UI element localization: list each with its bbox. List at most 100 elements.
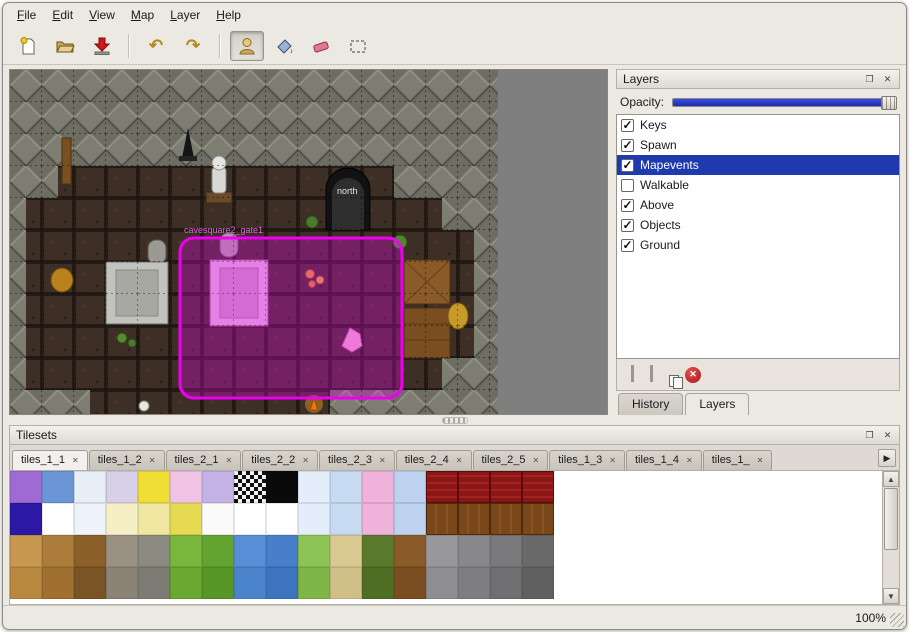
scrollbar-thumb[interactable] bbox=[884, 488, 898, 550]
float-panel-button[interactable]: ❐ bbox=[862, 428, 877, 443]
tileset-tile[interactable] bbox=[426, 567, 458, 599]
tileset-tile[interactable] bbox=[202, 471, 234, 503]
redo-button[interactable]: ↷ bbox=[176, 31, 210, 61]
tileset-tile[interactable] bbox=[234, 471, 266, 503]
tileset-tile[interactable] bbox=[298, 503, 330, 535]
tileset-tile[interactable] bbox=[74, 471, 106, 503]
eraser-tool-button[interactable] bbox=[304, 31, 338, 61]
delete-layer-button[interactable]: ✕ bbox=[685, 367, 701, 383]
tileset-tile[interactable] bbox=[42, 471, 74, 503]
layer-visibility-checkbox[interactable]: ✓ bbox=[621, 119, 634, 132]
tileset-tile[interactable] bbox=[394, 503, 426, 535]
tileset-tile[interactable] bbox=[426, 503, 458, 535]
open-button[interactable] bbox=[48, 31, 82, 61]
tileset-tile[interactable] bbox=[522, 471, 554, 503]
layer-row-ground[interactable]: ✓Ground bbox=[617, 235, 899, 255]
tileset-tile[interactable] bbox=[138, 471, 170, 503]
tileset-tile[interactable] bbox=[522, 535, 554, 567]
scroll-down-button[interactable]: ▼ bbox=[883, 588, 899, 604]
tileset-tile[interactable] bbox=[74, 503, 106, 535]
tileset-tile[interactable] bbox=[266, 503, 298, 535]
resize-grip[interactable] bbox=[890, 613, 904, 627]
tileset-tile[interactable] bbox=[106, 503, 138, 535]
menu-edit[interactable]: Edit bbox=[44, 5, 81, 25]
layer-visibility-checkbox[interactable]: ✓ bbox=[621, 219, 634, 232]
dock-tab-layers[interactable]: Layers bbox=[685, 393, 749, 415]
tileset-tile[interactable] bbox=[330, 503, 362, 535]
close-tab-icon[interactable]: ✕ bbox=[226, 456, 233, 465]
tileset-tile[interactable] bbox=[330, 567, 362, 599]
tileset-tile[interactable] bbox=[490, 471, 522, 503]
scroll-tabs-right-button[interactable]: ▶ bbox=[878, 449, 896, 467]
tileset-tile[interactable] bbox=[10, 535, 42, 567]
tileset-tile[interactable] bbox=[10, 567, 42, 599]
layer-row-walkable[interactable]: Walkable bbox=[617, 175, 899, 195]
tileset-tab-tiles_1_1[interactable]: tiles_1_1✕ bbox=[12, 450, 88, 470]
tileset-tile[interactable] bbox=[170, 567, 202, 599]
layer-row-objects[interactable]: ✓Objects bbox=[617, 215, 899, 235]
map-canvas[interactable]: cavesquare2_gate1 north bbox=[10, 70, 608, 415]
tileset-tile[interactable] bbox=[522, 567, 554, 599]
tileset-tab-tiles_1_4[interactable]: tiles_1_4✕ bbox=[626, 450, 702, 470]
menu-help[interactable]: Help bbox=[208, 5, 249, 25]
fill-tool-button[interactable] bbox=[267, 31, 301, 61]
close-tab-icon[interactable]: ✕ bbox=[686, 456, 693, 465]
tileset-tile[interactable] bbox=[394, 535, 426, 567]
move-layer-up-button[interactable] bbox=[631, 368, 634, 382]
tileset-tile[interactable] bbox=[266, 567, 298, 599]
tileset-tile[interactable] bbox=[42, 567, 74, 599]
tileset-tile[interactable] bbox=[106, 535, 138, 567]
tileset-tile[interactable] bbox=[170, 535, 202, 567]
tileset-tile[interactable] bbox=[234, 503, 266, 535]
opacity-slider-handle[interactable] bbox=[881, 96, 897, 110]
select-tool-button[interactable] bbox=[341, 31, 375, 61]
tileset-tab-tiles_2_3[interactable]: tiles_2_3✕ bbox=[319, 450, 395, 470]
tileset-tile[interactable] bbox=[74, 535, 106, 567]
tileset-tile[interactable] bbox=[522, 503, 554, 535]
tileset-tile[interactable] bbox=[394, 471, 426, 503]
tileset-tile[interactable] bbox=[362, 471, 394, 503]
tileset-tile[interactable] bbox=[330, 535, 362, 567]
tileset-tile[interactable] bbox=[266, 535, 298, 567]
tileset-tab-tiles_1_3[interactable]: tiles_1_3✕ bbox=[549, 450, 625, 470]
tileset-tile[interactable] bbox=[106, 471, 138, 503]
layer-visibility-checkbox[interactable]: ✓ bbox=[621, 239, 634, 252]
tileset-tile[interactable] bbox=[138, 567, 170, 599]
save-button[interactable] bbox=[85, 31, 119, 61]
tileset-tile[interactable] bbox=[426, 471, 458, 503]
tileset-tile[interactable] bbox=[298, 535, 330, 567]
tileset-tile[interactable] bbox=[170, 471, 202, 503]
layer-visibility-checkbox[interactable] bbox=[621, 179, 634, 192]
close-tab-icon[interactable]: ✕ bbox=[456, 456, 463, 465]
tileset-tile[interactable] bbox=[458, 503, 490, 535]
tileset-tab-tiles_2_1[interactable]: tiles_2_1✕ bbox=[166, 450, 242, 470]
new-file-button[interactable] bbox=[11, 31, 45, 61]
stamp-tool-button[interactable] bbox=[230, 31, 264, 61]
layer-row-above[interactable]: ✓Above bbox=[617, 195, 899, 215]
close-tab-icon[interactable]: ✕ bbox=[533, 456, 540, 465]
tileset-tile[interactable] bbox=[458, 567, 490, 599]
close-tab-icon[interactable]: ✕ bbox=[609, 456, 616, 465]
close-tab-icon[interactable]: ✕ bbox=[72, 456, 79, 465]
layer-row-mapevents[interactable]: ✓Mapevents bbox=[617, 155, 899, 175]
menu-layer[interactable]: Layer bbox=[162, 5, 208, 25]
close-panel-button[interactable]: ✕ bbox=[880, 428, 895, 443]
scrollbar-track[interactable] bbox=[883, 551, 899, 588]
tileset-tile[interactable] bbox=[490, 567, 522, 599]
panel-splitter[interactable] bbox=[3, 415, 906, 425]
layer-row-spawn[interactable]: ✓Spawn bbox=[617, 135, 899, 155]
tileset-tile[interactable] bbox=[170, 503, 202, 535]
layer-visibility-checkbox[interactable]: ✓ bbox=[621, 139, 634, 152]
tileset-tile[interactable] bbox=[426, 535, 458, 567]
menu-file[interactable]: File bbox=[9, 5, 44, 25]
tileset-tile[interactable] bbox=[234, 535, 266, 567]
tileset-tile[interactable] bbox=[202, 567, 234, 599]
close-tab-icon[interactable]: ✕ bbox=[757, 456, 764, 465]
tileset-tile[interactable] bbox=[138, 503, 170, 535]
close-tab-icon[interactable]: ✕ bbox=[379, 456, 386, 465]
tileset-tile[interactable] bbox=[394, 567, 426, 599]
layer-visibility-checkbox[interactable]: ✓ bbox=[621, 199, 634, 212]
tileset-tab-tiles_2_5[interactable]: tiles_2_5✕ bbox=[473, 450, 549, 470]
tileset-tab-tiles_1_2[interactable]: tiles_1_2✕ bbox=[89, 450, 165, 470]
layer-row-keys[interactable]: ✓Keys bbox=[617, 115, 899, 135]
